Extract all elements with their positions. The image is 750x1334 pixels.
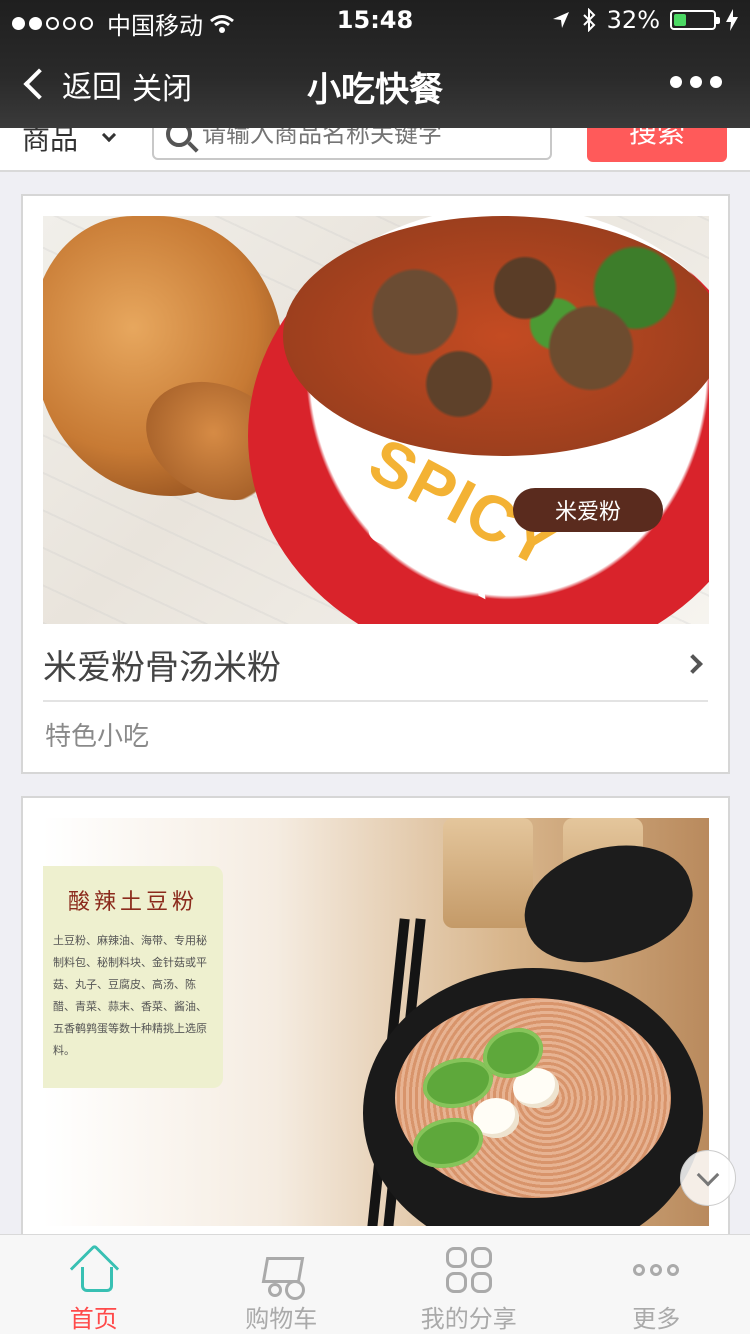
menu-board-title: 酸辣土豆粉 [67,890,198,915]
arrow-down-icon [696,1163,720,1187]
top-bar: 中国移动 15:48 32% 返回 关闭 小吃快餐 [0,0,750,128]
cart-icon [258,1247,304,1297]
product-card[interactable]: SPICY SOUR 米爱粉 米爱粉骨汤米粉 特色小吃 [21,194,730,774]
battery-percent: 32% [606,6,660,34]
chevron-right-icon [683,654,703,674]
tab-my-share[interactable]: 我的分享 [375,1235,563,1334]
tab-more[interactable]: 更多 [563,1235,750,1334]
tab-home[interactable]: 首页 [0,1235,188,1334]
product-card[interactable]: 酸辣土豆粉 土豆粉、麻辣油、海带、专用秘制料包、秘制料块、金针菇或平菇、丸子、豆… [21,796,730,1236]
status-bar: 中国移动 15:48 32% [0,0,750,40]
menu-board: 酸辣土豆粉 土豆粉、麻辣油、海带、专用秘制料包、秘制料块、金针菇或平菇、丸子、豆… [43,866,223,1088]
battery-icon [670,10,720,30]
product-title: 米爱粉骨汤米粉 [43,647,281,688]
product-title-row[interactable]: 米爱粉骨汤米粉 [43,628,708,702]
spoon-illustration [511,827,705,979]
grid-icon [445,1247,492,1293]
page-title: 小吃快餐 [307,70,443,110]
product-image[interactable]: SPICY SOUR 米爱粉 [43,216,709,624]
bottom-tab-bar: 首页 购物车 我的分享 更多 [0,1234,750,1334]
chevron-down-icon [101,127,117,143]
location-arrow-icon [552,12,569,28]
more-menu-icon[interactable] [670,76,722,88]
scroll-down-button[interactable] [680,1150,736,1206]
menu-board-text: 土豆粉、麻辣油、海带、专用秘制料包、秘制料块、金针菇或平菇、丸子、豆腐皮、高汤、… [53,934,207,1057]
tab-label: 我的分享 [420,1305,517,1333]
home-icon [71,1247,117,1293]
charging-bolt-icon [726,9,738,31]
tab-cart[interactable]: 购物车 [188,1235,376,1334]
tab-label: 购物车 [245,1305,318,1333]
product-category: 特色小吃 [45,722,150,752]
bluetooth-icon [582,8,596,32]
tab-label: 首页 [69,1305,118,1333]
brand-logo: 米爱粉 [513,488,663,532]
more-dots-icon [633,1247,680,1293]
product-image[interactable]: 酸辣土豆粉 土豆粉、麻辣油、海带、专用秘制料包、秘制料块、金针菇或平菇、丸子、豆… [43,818,709,1226]
tab-label: 更多 [632,1305,681,1333]
nav-bar: 返回 关闭 小吃快餐 [0,40,750,128]
